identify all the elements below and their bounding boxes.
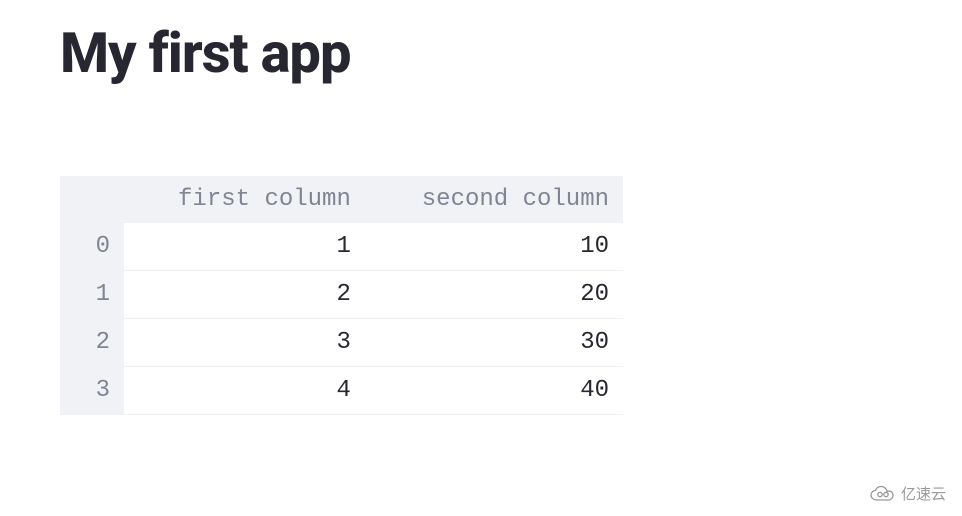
table-cell: 10 bbox=[365, 223, 623, 271]
watermark-text: 亿速云 bbox=[901, 483, 946, 504]
table-column-header: first column bbox=[124, 176, 365, 223]
table-index-cell: 1 bbox=[60, 271, 124, 319]
table-index-cell: 2 bbox=[60, 319, 124, 367]
cloud-icon bbox=[869, 485, 895, 503]
table-cell: 3 bbox=[124, 319, 365, 367]
table-row: 0 1 10 bbox=[60, 223, 623, 271]
table-cell: 30 bbox=[365, 319, 623, 367]
table-header-row: first column second column bbox=[60, 176, 623, 223]
table-cell: 4 bbox=[124, 367, 365, 415]
table-row: 1 2 20 bbox=[60, 271, 623, 319]
table-index-cell: 3 bbox=[60, 367, 124, 415]
watermark: 亿速云 bbox=[869, 483, 946, 504]
page-title: My first app bbox=[60, 20, 902, 86]
table-row: 3 4 40 bbox=[60, 367, 623, 415]
table-cell: 40 bbox=[365, 367, 623, 415]
table-row: 2 3 30 bbox=[60, 319, 623, 367]
table-corner-cell bbox=[60, 176, 124, 223]
table-index-cell: 0 bbox=[60, 223, 124, 271]
dataframe-table: first column second column 0 1 10 1 2 20… bbox=[60, 176, 623, 415]
table-cell: 20 bbox=[365, 271, 623, 319]
table-cell: 2 bbox=[124, 271, 365, 319]
table-column-header: second column bbox=[365, 176, 623, 223]
table-cell: 1 bbox=[124, 223, 365, 271]
